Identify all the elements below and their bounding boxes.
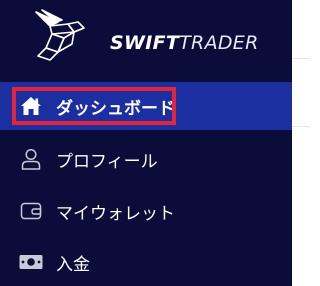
user-icon: [18, 146, 44, 172]
brand-logo[interactable]: SWIFTTRADER: [28, 8, 258, 64]
content-divider: [292, 58, 310, 59]
nav-item-label: プロフィール: [56, 151, 158, 172]
nav-item-dashboard[interactable]: ダッシュボード: [0, 82, 292, 130]
wallet-icon: [18, 198, 44, 224]
content-divider: [292, 126, 310, 127]
sidebar: SWIFTTRADER ダッシュボード プロフィール マイウォレット 入金: [0, 0, 292, 286]
home-icon: [18, 93, 44, 119]
nav-item-wallet[interactable]: マイウォレット: [0, 187, 292, 235]
nav-item-label: ダッシュボード: [56, 98, 175, 119]
nav-item-deposit[interactable]: 入金: [0, 238, 292, 286]
nav-item-profile[interactable]: プロフィール: [0, 135, 292, 183]
rabbit-logo-icon: [35, 9, 85, 61]
brand-name-bold: SWIFT: [110, 32, 180, 54]
nav-item-label: 入金: [56, 254, 90, 275]
nav-item-label: マイウォレット: [56, 203, 175, 224]
brand-name-light: TRADER: [179, 32, 259, 54]
content-area: [292, 0, 310, 286]
cash-icon: [18, 249, 44, 275]
brand-name: SWIFTTRADER: [110, 32, 259, 54]
